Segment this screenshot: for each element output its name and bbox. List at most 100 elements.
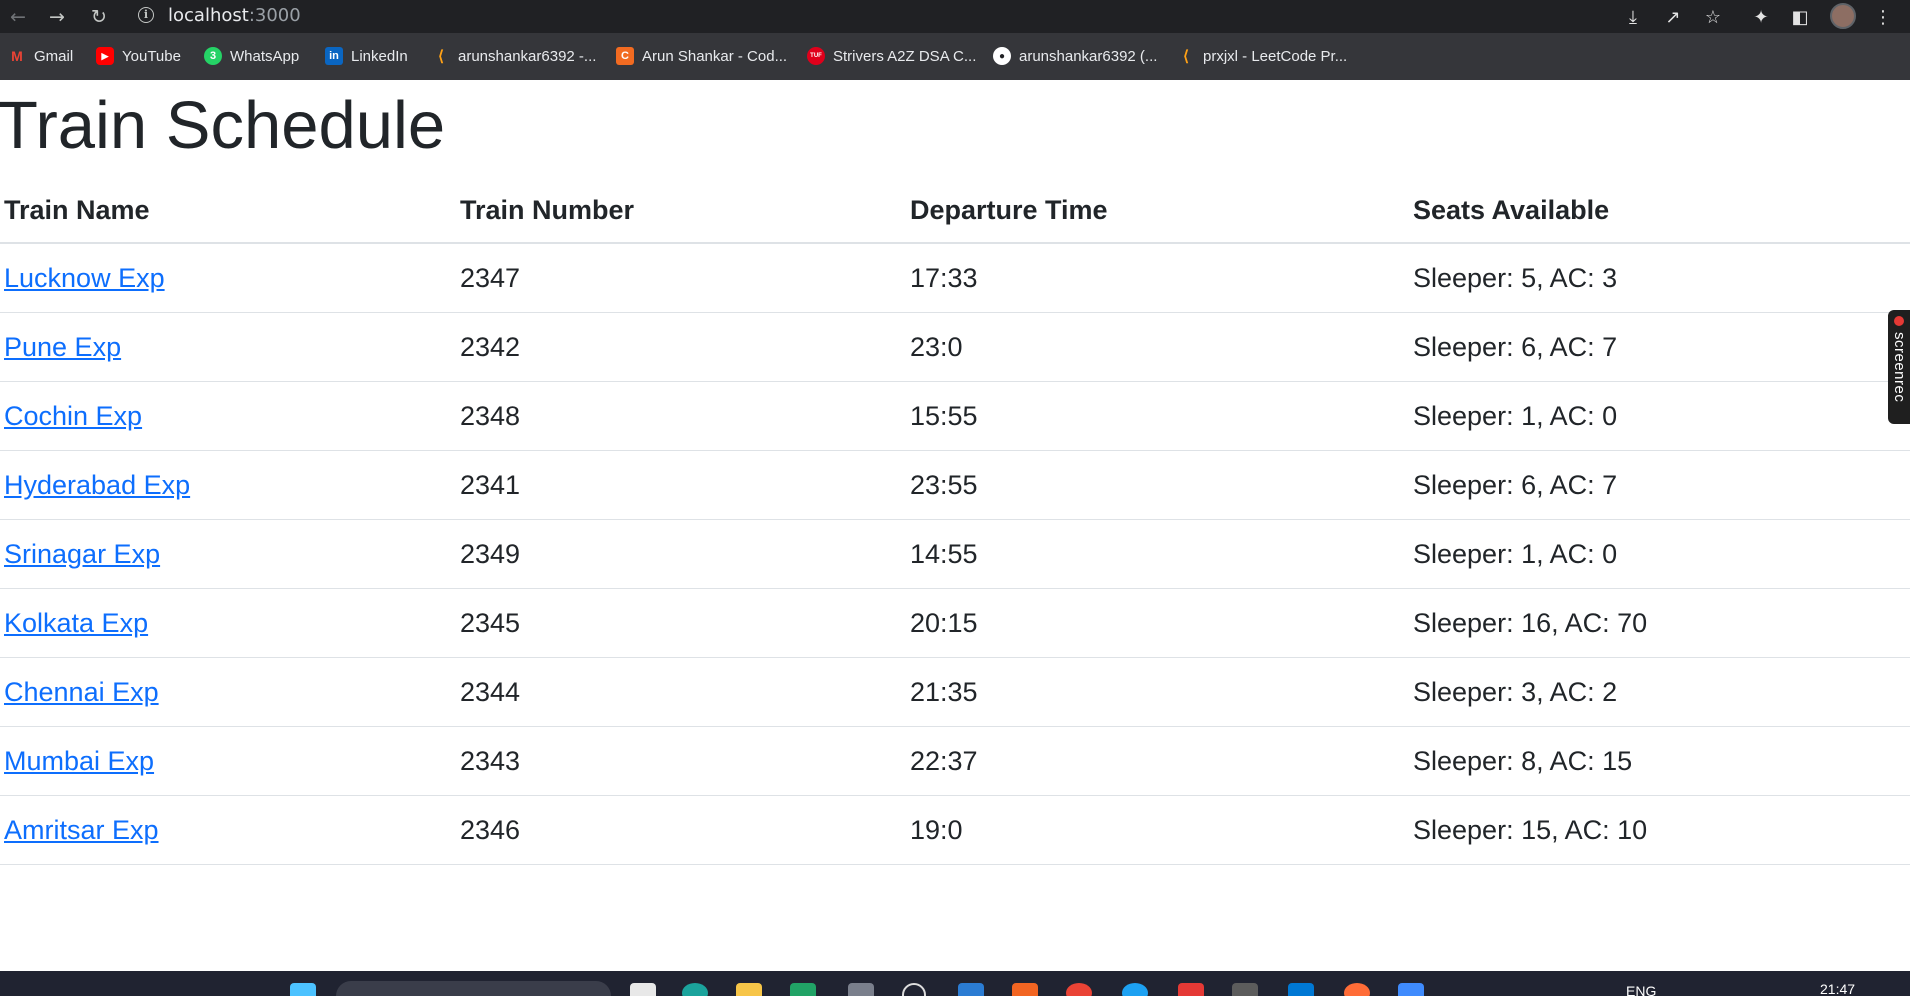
vscode-icon[interactable] (1288, 983, 1314, 996)
train-number-cell: 2349 (456, 519, 906, 589)
train-name-link[interactable]: Lucknow Exp (4, 263, 165, 293)
address-bar[interactable]: localhost:3000 (168, 5, 301, 27)
app-icon[interactable] (1012, 983, 1038, 996)
header-train-number: Train Number (456, 178, 906, 244)
gmail-icon: M (11, 48, 23, 64)
seats-available-cell: Sleeper: 6, AC: 7 (1409, 450, 1910, 520)
url-port: :3000 (248, 5, 301, 26)
bookmark-label: Gmail (34, 47, 74, 65)
table-row: Mumbai Exp 2343 22:37 Sleeper: 8, AC: 15 (0, 726, 1910, 796)
seats-available-cell: Sleeper: 5, AC: 3 (1409, 243, 1910, 313)
train-schedule-table: Train Name Train Number Departure Time S… (0, 178, 1910, 865)
bookmark-star-icon[interactable]: ☆ (1700, 4, 1726, 30)
app-icon[interactable] (848, 983, 874, 996)
train-name-link[interactable]: Kolkata Exp (4, 608, 148, 638)
profile-avatar[interactable] (1830, 3, 1856, 29)
github-icon: ● (993, 47, 1011, 65)
train-name-cell: Mumbai Exp (0, 726, 456, 796)
bookmark-whatsapp[interactable]: 3 WhatsApp (204, 44, 299, 68)
train-name-link[interactable]: Amritsar Exp (4, 815, 159, 845)
calendar-icon[interactable] (1398, 983, 1424, 996)
site-info-icon[interactable]: i (138, 7, 154, 23)
bookmark-linkedin[interactable]: in LinkedIn (325, 44, 408, 68)
bookmark-github[interactable]: ● arunshankar6392 (... (993, 44, 1157, 68)
edge-icon[interactable] (682, 983, 708, 996)
install-app-icon[interactable]: ⤓ (1620, 4, 1646, 30)
chrome-icon[interactable] (1066, 983, 1092, 996)
bookmark-label: WhatsApp (230, 47, 300, 65)
linkedin-icon: in (325, 47, 343, 65)
train-name-cell: Lucknow Exp (0, 243, 456, 313)
file-explorer-icon[interactable] (736, 983, 762, 996)
browser-menu-icon[interactable]: ⋮ (1870, 4, 1896, 30)
table-row: Chennai Exp 2344 21:35 Sleeper: 3, AC: 2 (0, 657, 1910, 727)
whatsapp-icon: 3 (204, 47, 222, 65)
forward-arrow-icon[interactable]: → (44, 4, 70, 30)
bookmark-leetcode-prxjxl[interactable]: ⟨ prxjxl - LeetCode Pr... (1177, 44, 1347, 68)
bookmark-gmail[interactable]: M Gmail (8, 44, 73, 68)
seats-available-cell: Sleeper: 3, AC: 2 (1409, 657, 1910, 727)
excel-icon[interactable] (790, 983, 816, 996)
train-name-cell: Srinagar Exp (0, 519, 456, 589)
side-panel-icon[interactable]: ◧ (1787, 4, 1813, 30)
table-row: Pune Exp 2342 23:0 Sleeper: 6, AC: 7 (0, 312, 1910, 382)
train-name-cell: Kolkata Exp (0, 588, 456, 658)
train-name-link[interactable]: Hyderabad Exp (4, 470, 190, 500)
departure-time-cell: 14:55 (906, 519, 1409, 589)
table-row: Amritsar Exp 2346 19:0 Sleeper: 15, AC: … (0, 795, 1910, 865)
table-row: Hyderabad Exp 2341 23:55 Sleeper: 6, AC:… (0, 450, 1910, 520)
train-name-link[interactable]: Pune Exp (4, 332, 121, 362)
postman-icon[interactable] (1344, 983, 1370, 996)
seats-available-cell: Sleeper: 8, AC: 15 (1409, 726, 1910, 796)
bookmark-label: LinkedIn (351, 47, 408, 65)
table-row: Lucknow Exp 2347 17:33 Sleeper: 5, AC: 3 (0, 243, 1910, 313)
language-indicator[interactable]: ENG (1626, 983, 1656, 996)
bookmark-youtube[interactable]: ▶ YouTube (96, 44, 181, 68)
train-name-cell: Cochin Exp (0, 381, 456, 451)
departure-time-cell: 19:0 (906, 795, 1409, 865)
taskbar-clock[interactable]: 21:47 (1820, 981, 1855, 996)
app-icon[interactable] (1232, 983, 1258, 996)
train-number-cell: 2344 (456, 657, 906, 727)
departure-time-cell: 23:0 (906, 312, 1409, 382)
bookmark-strivers[interactable]: TUF Strivers A2Z DSA C... (807, 44, 976, 68)
notepad-icon[interactable] (630, 983, 656, 996)
train-name-link[interactable]: Mumbai Exp (4, 746, 154, 776)
train-name-link[interactable]: Chennai Exp (4, 677, 159, 707)
train-number-cell: 2346 (456, 795, 906, 865)
departure-time-cell: 22:37 (906, 726, 1409, 796)
bookmark-label: arunshankar6392 (... (1019, 47, 1158, 65)
back-arrow-icon[interactable]: ← (5, 4, 31, 30)
reload-icon[interactable]: ↻ (86, 4, 112, 30)
github-desktop-icon[interactable] (902, 983, 926, 996)
seats-available-cell: Sleeper: 1, AC: 0 (1409, 381, 1910, 451)
bookmark-codingninjas[interactable]: C Arun Shankar - Cod... (616, 44, 787, 68)
url-host: localhost (168, 5, 249, 26)
screenrec-tab[interactable]: screenrec (1888, 310, 1910, 424)
youtube-icon: ▶ (96, 47, 114, 65)
train-number-cell: 2341 (456, 450, 906, 520)
train-name-cell: Hyderabad Exp (0, 450, 456, 520)
table-row: Srinagar Exp 2349 14:55 Sleeper: 1, AC: … (0, 519, 1910, 589)
train-number-cell: 2345 (456, 588, 906, 658)
extensions-puzzle-icon[interactable]: ✦ (1748, 4, 1774, 30)
share-icon[interactable]: ↗ (1660, 4, 1686, 30)
bookmark-label: prxjxl - LeetCode Pr... (1203, 47, 1348, 65)
table-row: Kolkata Exp 2345 20:15 Sleeper: 16, AC: … (0, 588, 1910, 658)
bookmark-leetcode-arun[interactable]: ⟨ arunshankar6392 -... (432, 44, 596, 68)
windows-start-icon[interactable] (290, 983, 316, 996)
app-icon[interactable] (1122, 983, 1148, 996)
train-name-cell: Chennai Exp (0, 657, 456, 727)
record-dot-icon (1894, 316, 1904, 326)
taskbar-search[interactable] (336, 981, 611, 996)
codingninjas-icon: C (616, 47, 634, 65)
train-name-link[interactable]: Cochin Exp (4, 401, 142, 431)
mail-icon[interactable] (958, 983, 984, 996)
train-name-link[interactable]: Srinagar Exp (4, 539, 160, 569)
departure-time-cell: 21:35 (906, 657, 1409, 727)
bookmarks-bar: M Gmail ▶ YouTube 3 WhatsApp in LinkedIn… (0, 33, 1910, 80)
departure-time-cell: 20:15 (906, 588, 1409, 658)
leetcode-icon: ⟨ (438, 48, 444, 65)
app-icon[interactable] (1178, 983, 1204, 996)
train-number-cell: 2343 (456, 726, 906, 796)
